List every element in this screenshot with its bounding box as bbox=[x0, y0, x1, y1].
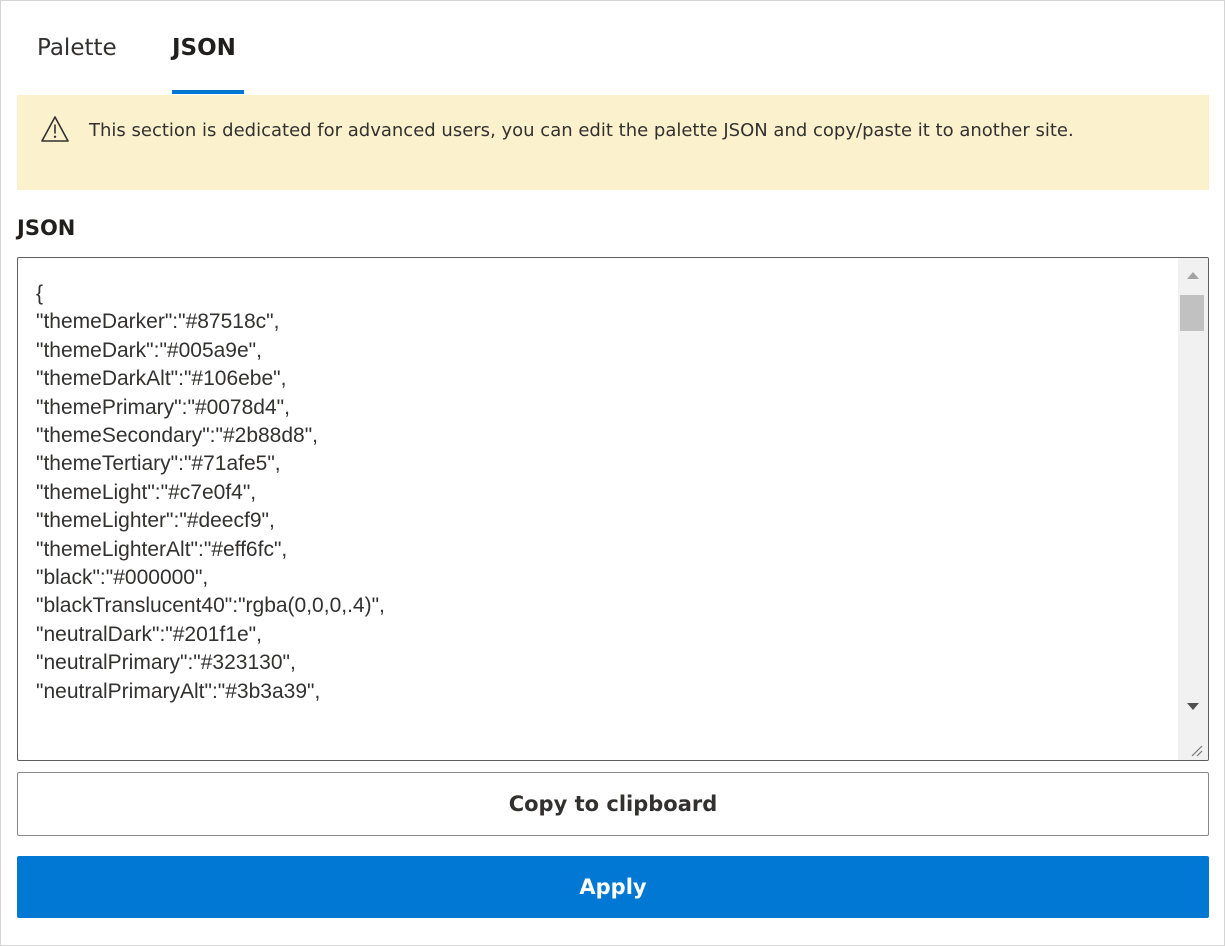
palette-editor-panel: Palette JSON This section is dedicated f… bbox=[0, 0, 1225, 946]
scroll-down-arrow-icon[interactable] bbox=[1187, 703, 1199, 710]
copy-to-clipboard-button[interactable]: Copy to clipboard bbox=[17, 772, 1209, 836]
warning-text: This section is dedicated for advanced u… bbox=[89, 120, 1074, 141]
scroll-up-arrow-icon[interactable] bbox=[1187, 272, 1199, 279]
warning-message-bar: This section is dedicated for advanced u… bbox=[17, 95, 1209, 190]
vertical-scrollbar[interactable] bbox=[1178, 258, 1208, 760]
tab-json[interactable]: JSON bbox=[172, 35, 236, 65]
apply-button[interactable]: Apply bbox=[17, 856, 1209, 918]
json-field-label: JSON bbox=[17, 216, 76, 240]
tab-palette[interactable]: Palette bbox=[37, 35, 117, 65]
resize-grip-icon[interactable] bbox=[1188, 742, 1204, 758]
active-tab-indicator bbox=[172, 90, 244, 94]
scrollbar-thumb[interactable] bbox=[1180, 295, 1204, 331]
json-textarea-content[interactable]: { "themeDarker":"#87518c", "themeDark":"… bbox=[36, 280, 1166, 706]
json-textarea[interactable]: { "themeDarker":"#87518c", "themeDark":"… bbox=[17, 257, 1209, 761]
warning-triangle-icon bbox=[41, 116, 69, 142]
tab-bar: Palette JSON bbox=[1, 1, 1224, 94]
